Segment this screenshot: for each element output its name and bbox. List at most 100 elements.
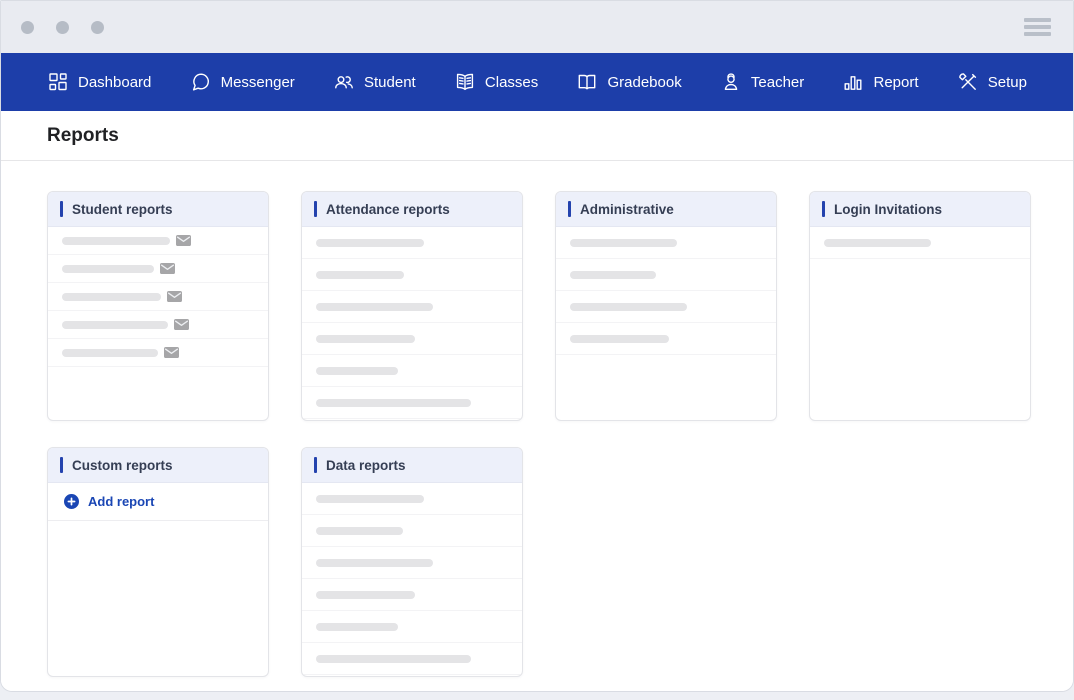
report-card: Attendance reports <box>301 191 523 421</box>
nav-item-label: Student <box>364 74 416 91</box>
people-icon <box>333 71 355 93</box>
report-link-row[interactable] <box>48 255 268 283</box>
report-card: Login Invitations <box>809 191 1031 421</box>
nav-item-setup[interactable]: Setup <box>957 71 1027 93</box>
envelope-icon[interactable] <box>164 347 179 358</box>
placeholder-bar <box>62 265 154 273</box>
bar-chart-icon <box>842 71 864 93</box>
report-card: Administrative <box>555 191 777 421</box>
nav-item-dashboard[interactable]: Dashboard <box>47 71 151 93</box>
placeholder-bar <box>316 591 415 599</box>
placeholder-bar <box>62 293 161 301</box>
report-link-row[interactable] <box>302 355 522 387</box>
card-header: Data reports <box>302 448 522 483</box>
placeholder-bar <box>570 271 656 279</box>
open-book-icon <box>576 71 598 93</box>
person-icon <box>720 71 742 93</box>
nav-item-label: Teacher <box>751 74 804 91</box>
card-title: Login Invitations <box>834 202 942 217</box>
chat-bubble-icon <box>190 71 212 93</box>
card-header: Login Invitations <box>810 192 1030 227</box>
nav-item-label: Report <box>873 74 918 91</box>
card-header: Custom reports <box>48 448 268 483</box>
report-link-row[interactable] <box>48 283 268 311</box>
nav-item-label: Dashboard <box>78 74 151 91</box>
report-link-row[interactable] <box>302 515 522 547</box>
placeholder-bar <box>62 349 158 357</box>
nav-item-gradebook[interactable]: Gradebook <box>576 71 681 93</box>
placeholder-bar <box>316 399 471 407</box>
window-controls <box>21 21 104 34</box>
window-control-dot[interactable] <box>56 21 69 34</box>
placeholder-bar <box>316 335 415 343</box>
report-cards-grid: Student reports Attendance reports Adminis… <box>47 191 1029 677</box>
card-header: Attendance reports <box>302 192 522 227</box>
report-link-row[interactable] <box>302 323 522 355</box>
report-card: Custom reports Add report <box>47 447 269 677</box>
add-report-button[interactable]: Add report <box>48 483 268 521</box>
report-link-row[interactable] <box>48 339 268 367</box>
report-link-row[interactable] <box>302 547 522 579</box>
report-link-row[interactable] <box>302 611 522 643</box>
envelope-icon[interactable] <box>176 235 191 246</box>
report-link-row[interactable] <box>302 643 522 675</box>
window-titlebar <box>1 1 1073 53</box>
report-link-row[interactable] <box>810 227 1030 259</box>
card-title: Attendance reports <box>326 202 450 217</box>
card-accent-bar <box>60 457 63 473</box>
nav-item-teacher[interactable]: Teacher <box>720 71 804 93</box>
placeholder-bar <box>316 559 433 567</box>
report-link-row[interactable] <box>302 291 522 323</box>
dashboard-icon <box>47 71 69 93</box>
card-header: Administrative <box>556 192 776 227</box>
report-card: Student reports <box>47 191 269 421</box>
window-control-dot[interactable] <box>91 21 104 34</box>
card-title: Data reports <box>326 458 406 473</box>
envelope-icon[interactable] <box>160 263 175 274</box>
page-header: Reports <box>1 111 1073 161</box>
window-control-dot[interactable] <box>21 21 34 34</box>
report-link-row[interactable] <box>556 291 776 323</box>
placeholder-bar <box>570 335 669 343</box>
card-accent-bar <box>60 201 63 217</box>
placeholder-bar <box>316 367 398 375</box>
report-link-row[interactable] <box>302 483 522 515</box>
nav-item-student[interactable]: Student <box>333 71 416 93</box>
report-link-row[interactable] <box>302 259 522 291</box>
nav-item-classes[interactable]: Classes <box>454 71 538 93</box>
envelope-icon[interactable] <box>167 291 182 302</box>
card-accent-bar <box>568 201 571 217</box>
report-card: Data reports <box>301 447 523 677</box>
report-link-row[interactable] <box>556 259 776 291</box>
envelope-icon[interactable] <box>174 319 189 330</box>
report-link-row[interactable] <box>48 311 268 339</box>
placeholder-bar <box>316 271 404 279</box>
report-link-row[interactable] <box>302 227 522 259</box>
placeholder-bar <box>316 495 424 503</box>
tools-icon <box>957 71 979 93</box>
add-report-label: Add report <box>88 494 154 509</box>
plus-circle-icon <box>64 494 79 509</box>
nav-item-messenger[interactable]: Messenger <box>190 71 295 93</box>
placeholder-bar <box>316 527 403 535</box>
report-link-row[interactable] <box>302 579 522 611</box>
placeholder-bar <box>316 655 471 663</box>
report-link-row[interactable] <box>556 323 776 355</box>
placeholder-bar <box>824 239 931 247</box>
card-header: Student reports <box>48 192 268 227</box>
nav-item-label: Setup <box>988 74 1027 91</box>
report-link-row[interactable] <box>48 227 268 255</box>
placeholder-bar <box>316 303 433 311</box>
report-link-row[interactable] <box>302 387 522 419</box>
hamburger-menu-icon[interactable] <box>1022 14 1053 40</box>
nav-item-label: Gradebook <box>607 74 681 91</box>
nav-item-report[interactable]: Report <box>842 71 918 93</box>
page-title: Reports <box>47 125 119 147</box>
open-book-lines-icon <box>454 71 476 93</box>
report-link-row[interactable] <box>556 227 776 259</box>
main-nav: Dashboard Messenger Student Classes Gradeboo… <box>1 53 1073 111</box>
placeholder-bar <box>570 239 677 247</box>
nav-item-label: Classes <box>485 74 538 91</box>
card-accent-bar <box>822 201 825 217</box>
card-accent-bar <box>314 201 317 217</box>
